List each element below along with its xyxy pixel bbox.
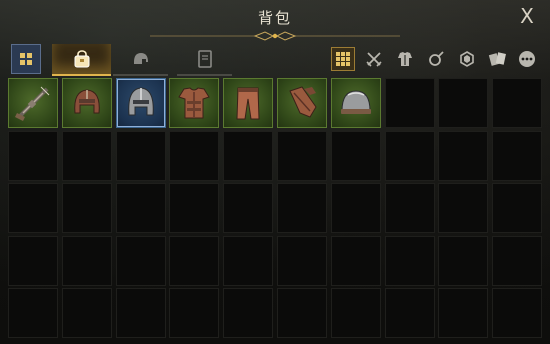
inventory-slot[interactable] (223, 288, 274, 338)
inventory-slot[interactable] (115, 235, 166, 286)
inventory-slot[interactable] (8, 130, 58, 181)
inventory-slot-iron-cap[interactable] (330, 78, 381, 128)
inventory-slot[interactable] (276, 130, 327, 181)
inventory-slot[interactable] (330, 288, 381, 338)
grid-icon (20, 53, 32, 65)
inventory-slot[interactable] (276, 288, 327, 338)
tab-grid-view[interactable] (11, 44, 41, 74)
inventory-slot[interactable] (169, 288, 220, 338)
filter-cards[interactable] (486, 47, 510, 71)
inventory-slot[interactable] (492, 235, 543, 286)
inventory-slot[interactable] (384, 183, 435, 233)
inventory-slot[interactable] (492, 78, 543, 128)
tab-helmet[interactable] (113, 44, 168, 76)
tab-book[interactable] (177, 44, 232, 76)
inventory-slot[interactable] (61, 288, 112, 338)
inventory-slot-iron-helmet[interactable] (115, 78, 166, 128)
inventory-slot[interactable] (169, 183, 220, 233)
inventory-slot[interactable] (438, 235, 489, 286)
iron-helmet-icon (121, 83, 161, 123)
book-icon (197, 50, 212, 68)
rifle-icon (13, 83, 53, 123)
gem-icon (460, 51, 474, 67)
inventory-slot[interactable] (276, 235, 327, 286)
inventory-slot[interactable] (384, 235, 435, 286)
inventory-slot[interactable] (8, 235, 58, 286)
tabs-row (0, 44, 550, 76)
inventory-slot[interactable] (492, 288, 543, 338)
title-ornament (150, 31, 400, 41)
inventory-slot-rifle[interactable] (8, 78, 58, 128)
inventory-slot[interactable] (61, 183, 112, 233)
helmet-icon (133, 53, 148, 64)
title-bar: 背包 X (0, 0, 550, 41)
filter-gems[interactable] (455, 47, 479, 71)
inventory-grid (8, 78, 543, 338)
inventory-slot[interactable] (8, 183, 58, 233)
filter-all[interactable] (331, 47, 355, 71)
inventory-slot-leather-armor[interactable] (169, 78, 220, 128)
inventory-slot[interactable] (61, 235, 112, 286)
inventory-slot[interactable] (438, 78, 489, 128)
inventory-slot-leather-pants[interactable] (223, 78, 274, 128)
inventory-slot[interactable] (61, 130, 112, 181)
window-title: 背包 (257, 9, 292, 27)
filter-more[interactable] (515, 47, 539, 71)
filter-cooking[interactable] (424, 47, 448, 71)
grid-icon (336, 52, 350, 66)
inventory-slot[interactable] (223, 183, 274, 233)
filter-armor[interactable] (393, 47, 417, 71)
inventory-slot[interactable] (330, 235, 381, 286)
leather-pants-icon (228, 83, 268, 123)
close-button[interactable]: X (516, 5, 538, 27)
inventory-slot[interactable] (330, 183, 381, 233)
leather-armor-icon (174, 83, 214, 123)
cards-icon (488, 52, 506, 66)
armor-icon (398, 52, 412, 66)
inventory-slot[interactable] (384, 130, 435, 181)
inventory-slot[interactable] (276, 183, 327, 233)
inventory-slot[interactable] (115, 130, 166, 181)
bag-icon (74, 50, 89, 68)
inventory-slot[interactable] (115, 288, 166, 338)
iron-cap-icon (336, 83, 376, 123)
filter-weapons[interactable] (362, 47, 386, 71)
inventory-slot[interactable] (115, 183, 166, 233)
inventory-slot[interactable] (169, 235, 220, 286)
inventory-slot[interactable] (492, 183, 543, 233)
inventory-slot[interactable] (438, 130, 489, 181)
inventory-slot[interactable] (169, 130, 220, 181)
inventory-slot[interactable] (438, 288, 489, 338)
crossed-swords-icon (366, 52, 382, 67)
inventory-slot[interactable] (384, 78, 435, 128)
more-icon (519, 51, 535, 67)
inventory-slot[interactable] (438, 183, 489, 233)
inventory-slot[interactable] (223, 235, 274, 286)
inventory-slot[interactable] (492, 130, 543, 181)
tab-bag[interactable] (52, 44, 111, 76)
leather-gloves-icon (282, 83, 322, 123)
inventory-slot[interactable] (223, 130, 274, 181)
inventory-slot[interactable] (8, 288, 58, 338)
frying-pan-icon (429, 51, 444, 66)
inventory-window: 背包 X (0, 0, 550, 344)
inventory-slot-leather-gloves[interactable] (276, 78, 327, 128)
inventory-slot-leather-helmet[interactable] (61, 78, 112, 128)
inventory-slot[interactable] (384, 288, 435, 338)
inventory-slot[interactable] (330, 130, 381, 181)
leather-helmet-icon (67, 83, 107, 123)
